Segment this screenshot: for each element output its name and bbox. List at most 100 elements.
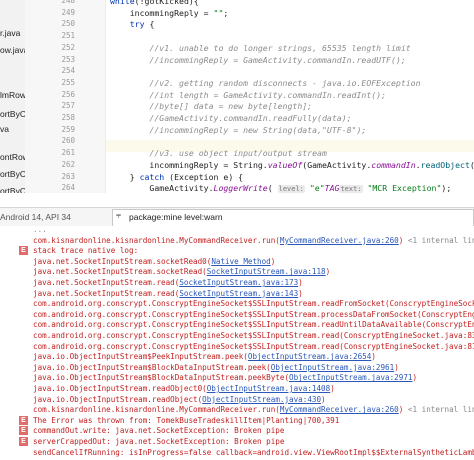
log-row[interactable]: java.io.ObjectInputStream$BlockDataInput… <box>0 372 474 383</box>
filter-text: package:mine level:warn <box>129 212 223 222</box>
log-message: java.io.ObjectInputStream.readObject0(Ob… <box>33 383 335 394</box>
project-tree-item[interactable]: ortByCre <box>0 186 25 193</box>
code-line: } catch (Exception e) { <box>110 172 243 182</box>
project-tree-item[interactable]: va <box>0 124 9 134</box>
code-token: TAG <box>324 183 340 193</box>
project-tree-item[interactable]: ortByCre <box>0 109 25 119</box>
log-message: com.android.org.conscrypt.ConscryptEngin… <box>33 330 474 341</box>
log-text: java.net.SocketInputStream.read( <box>33 288 180 298</box>
code-token: valueOf <box>267 159 303 170</box>
project-tree[interactable]: r.java ow.java lmRow.jav ortByCre va ontRow.j… <box>0 0 26 193</box>
source-link[interactable]: ObjectInputStream.java:2961 <box>271 363 394 372</box>
log-text: ) <box>321 394 326 404</box>
code-token: incommingReply = <box>110 7 214 18</box>
log-message: com.android.org.conscrypt.ConscryptEngin… <box>33 309 474 320</box>
project-tree-item[interactable]: ow.java <box>0 45 25 55</box>
line-gutter: 248 249 250 251 252 253 254 255 256 257 258 259 260 2… <box>25 0 106 193</box>
code-token: "MCR Exception" <box>367 183 442 193</box>
code-token: //incommingReply = new String(data,"UTF-… <box>110 124 367 135</box>
line-number: 259 <box>61 124 75 134</box>
log-row[interactable]: java.io.ObjectInputStream.readObject0(Ob… <box>0 383 474 394</box>
log-row[interactable]: com.android.org.conscrypt.ConscryptEngin… <box>0 298 474 309</box>
code-token: (!gotKicked){ <box>134 0 199 6</box>
log-text: ) <box>330 384 335 393</box>
log-row[interactable]: java.io.ObjectInputStream.readObject(Obj… <box>0 394 474 405</box>
project-tree-item[interactable]: ontRow.jav <box>0 152 25 162</box>
log-row[interactable]: com.android.org.conscrypt.ConscryptEngin… <box>0 319 474 330</box>
code-token: { <box>144 19 155 30</box>
error-level-badge: E <box>19 426 28 436</box>
source-link[interactable]: MyCommandReceiver.java:260 <box>280 405 399 414</box>
log-text: com.android.org.conscrypt.ConscryptEngin… <box>33 309 474 319</box>
log-text: java.io.ObjectInputStream.readObject( <box>33 394 203 404</box>
log-text: The Error was thrown from: TomekBuseTrad… <box>33 415 340 425</box>
log-row[interactable]: EcommandOut.write: java.net.SocketExcept… <box>0 425 474 436</box>
log-message: java.net.SocketInputStream.read(SocketIn… <box>33 277 303 288</box>
source-link[interactable]: ObjectInputStream.java:1408 <box>207 384 330 393</box>
code-token: //incommingReply = GameActivity.commandI… <box>110 54 406 65</box>
code-token: while <box>110 0 135 6</box>
code-token: LoggerWrite <box>213 183 268 193</box>
log-row[interactable]: java.net.SocketInputStream.read(SocketIn… <box>0 288 474 299</box>
log-row[interactable]: com.kisnardonline.kisnardonline.MyComman… <box>0 235 474 246</box>
code-line: while(!gotKicked){ <box>110 0 199 6</box>
log-message: commandOut.write: java.net.SocketExcepti… <box>33 425 284 436</box>
log-row[interactable]: sendCancelIfRunning: isInProgress=false … <box>0 447 474 458</box>
log-message: com.kisnardonline.kisnardonline.MyComman… <box>33 235 474 246</box>
log-row[interactable]: EserverCrappedOut: java.net.SocketExcept… <box>0 436 474 447</box>
log-text: ) <box>325 267 331 277</box>
code-line: incommingReply = ""; <box>110 7 229 18</box>
log-text: java.net.SocketInputStream.read( <box>33 278 180 287</box>
project-tree-item[interactable]: lmRow.jav <box>0 90 25 100</box>
log-row[interactable]: java.net.SocketInputStream.socketRead0(N… <box>0 256 474 267</box>
log-text: com.kisnardonline.kisnardonline.MyComman… <box>33 235 280 245</box>
log-text: ... <box>33 226 47 234</box>
code-token: ; <box>223 7 229 18</box>
log-row[interactable]: Estack trace native log: <box>0 245 474 256</box>
error-level-badge: E <box>19 437 28 446</box>
log-message: serverCrappedOut: java.net.SocketExcepti… <box>33 436 284 447</box>
source-link[interactable]: SocketInputStream.java:143 <box>179 289 298 298</box>
log-row[interactable]: com.android.org.conscrypt.ConscryptEngin… <box>0 309 474 320</box>
log-row[interactable]: java.io.ObjectInputStream$PeekInputStrea… <box>0 351 474 362</box>
code-editor[interactable]: r.java ow.java lmRow.jav ortByCre va ontRow.j… <box>0 0 474 193</box>
code-token: "e" <box>309 183 325 193</box>
code-token: catch <box>139 171 165 182</box>
source-link[interactable]: ObjectInputStream.java:2971 <box>289 373 412 382</box>
code-token: (Exception e) { <box>164 171 244 182</box>
source-link[interactable]: ObjectInputStream.java:430 <box>202 395 321 404</box>
logcat-output[interactable]: ... com.kisnardonline.kisnardonline.MyCom… <box>0 226 474 460</box>
log-text: java.net.SocketInputStream.socketRead0( <box>33 256 212 266</box>
log-text: <1 internal line> <box>407 235 474 245</box>
line-number: 252 <box>61 42 75 52</box>
logcat-filter-field[interactable]: ⫧ package:mine level:warn <box>112 209 474 227</box>
line-number: 257 <box>61 101 75 111</box>
code-area[interactable]: while(!gotKicked){ incommingReply = ""; … <box>106 0 474 193</box>
log-row[interactable]: java.net.SocketInputStream.socketRead(So… <box>0 266 474 277</box>
code-token: "" <box>213 7 224 18</box>
log-row[interactable]: E The Error was thrown from: TomekBuseTra… <box>0 415 474 426</box>
code-token: //v1. unable to do longer strings, 65535… <box>110 42 411 53</box>
project-tree-item[interactable]: ortByCre <box>0 169 25 179</box>
code-line: //v2. getting random disconnects - java.… <box>110 78 420 88</box>
line-number: 256 <box>61 89 75 99</box>
device-selector[interactable]: Android 14, API 34 <box>0 210 96 224</box>
log-message: sendCancelIfRunning: isInProgress=false … <box>33 447 474 458</box>
log-row[interactable]: com.android.org.conscrypt.ConscryptEngin… <box>0 341 474 352</box>
source-link[interactable]: ObjectInputStream.java:2654 <box>248 352 371 361</box>
code-line: //GameActivity.commandIn.readFully(data)… <box>110 113 351 123</box>
source-link[interactable]: SocketInputStream.java:118 <box>207 267 326 276</box>
log-text: ) <box>371 352 376 362</box>
log-row[interactable]: java.net.SocketInputStream.read(SocketIn… <box>0 277 474 288</box>
source-link[interactable]: Native Method <box>211 257 270 266</box>
log-row[interactable]: com.kisnardonline.kisnardonline.MyComman… <box>0 404 474 415</box>
project-tree-item[interactable]: r.java <box>0 28 20 38</box>
source-link[interactable]: SocketInputStream.java:173 <box>179 278 298 287</box>
log-message: java.net.SocketInputStream.read(SocketIn… <box>33 288 303 299</box>
source-link[interactable]: MyCommandReceiver.java:260 <box>280 236 399 245</box>
log-row[interactable]: com.android.org.conscrypt.ConscryptEngin… <box>0 330 474 341</box>
log-row[interactable]: java.io.ObjectInputStream$BlockDataInput… <box>0 362 474 373</box>
line-number: 254 <box>61 66 75 76</box>
log-text: com.android.org.conscrypt.ConscryptEngin… <box>33 320 474 330</box>
